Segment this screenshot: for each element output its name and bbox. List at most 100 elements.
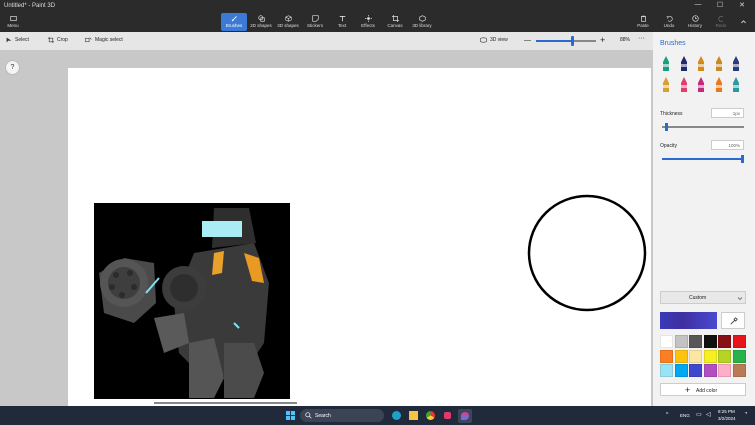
tab-canvas[interactable]: Canvas: [382, 13, 408, 31]
color-swatch[interactable]: [674, 335, 688, 348]
opacity-slider[interactable]: [662, 155, 744, 163]
crop-button[interactable]: Crop: [48, 37, 68, 43]
crayon-icon[interactable]: [679, 77, 689, 93]
add-color-button[interactable]: + Add color: [660, 383, 746, 396]
selection-toolbar: Select Crop Magic select 3D view — + 88%…: [0, 32, 653, 50]
help-button[interactable]: ?: [5, 60, 20, 75]
chrome-icon[interactable]: [426, 411, 435, 420]
language-indicator[interactable]: ENG: [680, 413, 690, 418]
tab-label: Text: [337, 23, 347, 28]
color-swatch[interactable]: [703, 349, 717, 363]
color-swatch[interactable]: [689, 335, 702, 348]
chevron-up-icon[interactable]: ^: [666, 412, 668, 418]
2d-shapes-icon: [257, 15, 265, 22]
pixel-pen-icon[interactable]: [696, 77, 706, 93]
opacity-input[interactable]: 100%: [711, 140, 744, 150]
opacity-slider-thumb[interactable]: [741, 155, 744, 163]
3d-view-icon: [480, 37, 487, 43]
oil-brush-icon[interactable]: [696, 56, 706, 72]
add-color-label: Add color: [696, 387, 718, 394]
tab-brushes[interactable]: Brushes: [221, 13, 247, 31]
thickness-slider-thumb[interactable]: [664, 123, 668, 131]
magic-select-icon: [85, 37, 92, 43]
windows-start-icon[interactable]: [286, 411, 295, 420]
taskbar-search[interactable]: Search: [300, 409, 384, 422]
more-options-button[interactable]: ···: [638, 35, 645, 42]
color-swatch[interactable]: [718, 335, 731, 348]
maximize-button[interactable]: ☐: [712, 1, 728, 11]
color-swatch[interactable]: [732, 364, 746, 377]
undo-button[interactable]: Undo: [656, 13, 682, 31]
eraser-icon[interactable]: [661, 77, 671, 93]
color-swatch[interactable]: [703, 364, 717, 377]
color-palette: [660, 335, 747, 381]
color-swatch[interactable]: [732, 349, 746, 363]
tab-stickers[interactable]: Stickers: [302, 13, 328, 31]
robot-character-image[interactable]: [94, 203, 290, 399]
color-swatch[interactable]: [718, 349, 731, 363]
zoom-in-button[interactable]: +: [600, 35, 605, 45]
color-mode-value: Custom: [689, 295, 707, 301]
thickness-slider[interactable]: [662, 123, 744, 131]
edge-icon[interactable]: [392, 411, 401, 420]
tab-3d-shapes[interactable]: 3D shapes: [275, 13, 301, 31]
brushes-panel: Brushes Thickness 1px Opacity 100% Custo…: [653, 32, 755, 406]
color-swatch[interactable]: [718, 364, 731, 377]
current-color-swatch[interactable]: [660, 312, 717, 329]
eyedropper-button[interactable]: [721, 312, 745, 329]
menu-button[interactable]: Menu: [2, 13, 24, 31]
file-explorer-icon[interactable]: [409, 411, 418, 420]
circle-shape[interactable]: [526, 193, 650, 315]
watercolor-icon[interactable]: [714, 56, 724, 72]
collapse-ribbon-button[interactable]: [735, 13, 751, 31]
fill-icon[interactable]: [731, 77, 741, 93]
notification-icon[interactable]: ◔: [744, 411, 748, 417]
paste-button[interactable]: Paste: [630, 13, 656, 31]
pencil-icon[interactable]: [731, 56, 741, 72]
color-swatch[interactable]: [660, 335, 673, 348]
drawing-canvas[interactable]: [68, 68, 651, 406]
zoom-slider-thumb[interactable]: [570, 36, 574, 46]
color-swatch[interactable]: [660, 364, 673, 377]
color-swatch[interactable]: [732, 335, 746, 348]
zoom-slider[interactable]: [536, 36, 596, 46]
3d-shapes-icon: [284, 15, 292, 22]
paint3d-taskbar-button[interactable]: [458, 409, 472, 423]
tab-3d-library[interactable]: 3D library: [408, 13, 436, 31]
redo-icon: [717, 16, 723, 22]
volume-icon[interactable]: ◁: [706, 411, 711, 418]
color-swatch[interactable]: [703, 335, 717, 348]
thickness-input[interactable]: 1px: [711, 108, 744, 118]
color-swatch[interactable]: [689, 364, 702, 377]
color-swatch[interactable]: [674, 349, 688, 363]
zoom-out-button[interactable]: —: [524, 37, 531, 44]
spray-can-icon[interactable]: [714, 77, 724, 93]
app-icon[interactable]: [444, 412, 451, 419]
select-button[interactable]: Select: [6, 37, 29, 43]
color-swatch[interactable]: [689, 349, 702, 363]
minimize-button[interactable]: —: [690, 1, 706, 11]
thickness-label: Thickness: [660, 111, 683, 117]
network-icon[interactable]: ▭: [696, 411, 702, 418]
tab-text[interactable]: Text: [329, 13, 355, 31]
clock-time[interactable]: 8:25 PM: [718, 409, 735, 414]
marker-icon[interactable]: [661, 56, 671, 72]
paste-icon: [640, 15, 646, 22]
folder-icon: [9, 16, 17, 21]
horizontal-scrollbar[interactable]: [154, 402, 297, 404]
help-icon: ?: [10, 64, 15, 71]
3d-view-button[interactable]: 3D view: [480, 37, 508, 43]
magic-select-button[interactable]: Magic select: [85, 37, 123, 43]
tab-2d-shapes[interactable]: 2D shapes: [248, 13, 274, 31]
color-swatch[interactable]: [660, 349, 673, 363]
panel-title: Brushes: [660, 40, 686, 47]
color-mode-dropdown[interactable]: Custom: [660, 291, 746, 304]
calligraphy-pen-icon[interactable]: [679, 56, 689, 72]
close-button[interactable]: ✕: [734, 1, 750, 11]
redo-button[interactable]: Redo: [708, 13, 734, 31]
color-swatch[interactable]: [674, 364, 688, 377]
history-button[interactable]: History: [682, 13, 708, 31]
tab-effects[interactable]: Effects: [355, 13, 381, 31]
clock-date[interactable]: 3/2/2024: [718, 416, 736, 421]
plus-icon: +: [685, 385, 691, 395]
